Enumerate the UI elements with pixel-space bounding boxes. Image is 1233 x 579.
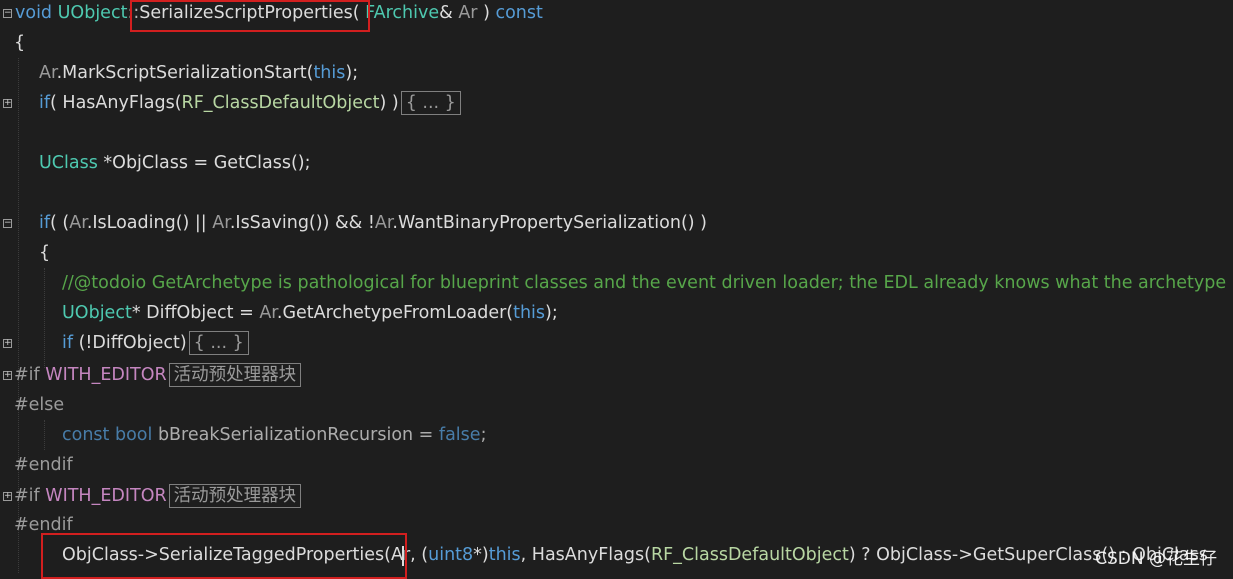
code-text: ( (: [50, 213, 70, 233]
collapsed-preprocessor-block[interactable]: 活动预处理器块: [168, 484, 302, 508]
code-text: .WantBinaryPropertySerialization() ): [392, 213, 707, 233]
class-name: UObject: [57, 3, 128, 23]
code-line-8[interactable]: //@todoio GetArchetype is pathological f…: [0, 268, 1233, 298]
condition-close: ) ): [379, 93, 399, 113]
method-call: .MarkScriptSerializationStart(: [56, 63, 314, 83]
fold-expand-icon[interactable]: +: [3, 99, 12, 108]
keyword-if: if: [39, 213, 51, 233]
archive-var: Ar: [39, 63, 57, 83]
param-type: FArchive: [365, 3, 440, 23]
collapsed-block[interactable]: { ... }: [188, 331, 249, 355]
statement-end: );: [545, 303, 558, 323]
collapsed-block[interactable]: { ... }: [400, 91, 461, 115]
keyword-if: if: [39, 93, 51, 113]
keyword-this: this: [513, 303, 546, 323]
code-line-9[interactable]: UObject* DiffObject = Ar.GetArchetypeFro…: [0, 298, 1233, 328]
code-editor[interactable]: − void UObject::SerializeScriptPropertie…: [0, 0, 1233, 579]
code-text: .IsSaving()) && !: [229, 213, 375, 233]
keyword-const: const: [62, 425, 110, 445]
param-name: Ar: [458, 3, 478, 23]
collapsed-preprocessor-block[interactable]: 活动预处理器块: [168, 363, 302, 387]
code-line-13[interactable]: const bool bBreakSerializationRecursion …: [0, 420, 1233, 450]
code-text: .GetArchetypeFromLoader(: [276, 303, 514, 323]
reference-operator: &: [439, 3, 459, 23]
watermark: CSDN @花生仔: [1095, 549, 1217, 569]
preprocessor-directive: #endif: [14, 455, 73, 475]
enum-flag: RF_ClassDefaultObject: [181, 93, 380, 113]
code-text: .IsLoading() ||: [86, 213, 213, 233]
keyword-false: false: [438, 425, 481, 445]
macro-name: WITH_EDITOR: [45, 365, 167, 385]
code-text: , HasAnyFlags(: [520, 545, 651, 565]
open-brace: {: [14, 33, 26, 53]
keyword-this: this: [488, 545, 521, 565]
code-line-15[interactable]: + #if WITH_EDITOR 活动预处理器块: [0, 481, 1233, 511]
enum-flag: RF_ClassDefaultObject: [650, 545, 849, 565]
code-line-5[interactable]: UClass *ObjClass = GetClass();: [0, 148, 1233, 178]
open-brace: {: [39, 243, 51, 263]
statement-end: );: [345, 63, 359, 83]
preprocessor-directive: #else: [14, 395, 65, 415]
archive-var: Ar: [374, 213, 393, 233]
keyword-if: if: [62, 333, 74, 353]
code-line-7[interactable]: {: [0, 238, 1233, 268]
preprocessor-directive: #if: [14, 365, 40, 385]
code-line-3[interactable]: Ar.MarkScriptSerializationStart(this);: [0, 58, 1233, 88]
code-text: *): [473, 545, 489, 565]
keyword-uint8: uint8: [428, 545, 474, 565]
condition-open: ( HasAnyFlags(: [50, 93, 182, 113]
archive-var: Ar: [212, 213, 230, 233]
code-line-12[interactable]: #else: [0, 390, 1233, 420]
fold-collapse-icon[interactable]: −: [3, 9, 12, 18]
text-caret: [402, 546, 404, 566]
type-name: UClass: [39, 153, 98, 173]
code-line-4[interactable]: + if( HasAnyFlags(RF_ClassDefaultObject)…: [0, 88, 1233, 118]
variable-declaration: bBreakSerializationRecursion =: [152, 425, 439, 445]
fold-expand-icon[interactable]: +: [3, 371, 12, 380]
highlight-box-serialize-call: [41, 533, 407, 579]
type-name: UObject: [62, 303, 132, 323]
keyword-bool: bool: [114, 425, 153, 445]
fold-expand-icon[interactable]: +: [3, 492, 12, 501]
code-comment: //@todoio GetArchetype is pathological f…: [62, 273, 1233, 293]
condition: (!DiffObject): [73, 333, 187, 353]
keyword-this: this: [313, 63, 346, 83]
keyword-const: const: [495, 3, 543, 23]
macro-name: WITH_EDITOR: [45, 486, 167, 506]
code-text: * DiffObject =: [131, 303, 260, 323]
highlight-box-method-name: [130, 0, 370, 32]
preprocessor-directive: #if: [14, 486, 40, 506]
declaration: *ObjClass = GetClass();: [97, 153, 311, 173]
code-line-11[interactable]: + #if WITH_EDITOR 活动预处理器块: [0, 360, 1233, 390]
fold-collapse-icon[interactable]: −: [3, 219, 12, 228]
fold-expand-icon[interactable]: +: [3, 339, 12, 348]
code-line-14[interactable]: #endif: [0, 450, 1233, 480]
keyword-void: void: [15, 3, 53, 23]
code-line-10[interactable]: + if (!DiffObject){ ... }: [0, 328, 1233, 358]
code-line-2[interactable]: {: [0, 28, 1233, 58]
code-line-6[interactable]: − if( (Ar.IsLoading() || Ar.IsSaving()) …: [0, 208, 1233, 238]
statement-end: ;: [480, 425, 487, 445]
archive-var: Ar: [69, 213, 87, 233]
archive-var: Ar: [259, 303, 277, 323]
paren-close: ): [477, 3, 496, 23]
